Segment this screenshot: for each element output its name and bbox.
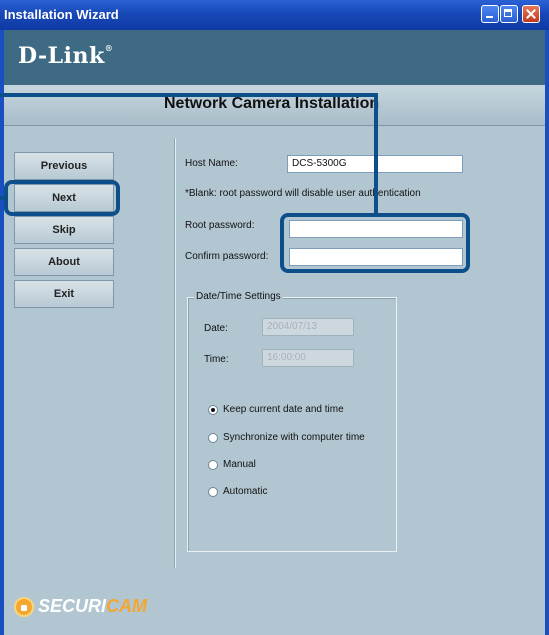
brand-bar: D-Link® xyxy=(4,30,545,85)
skip-button[interactable]: Skip xyxy=(14,216,114,244)
password-callout xyxy=(280,213,470,273)
sync-time-radio[interactable] xyxy=(208,433,218,443)
close-icon[interactable] xyxy=(522,5,540,23)
securicam-text: SECURICAM xyxy=(38,596,148,616)
blank-password-note: *Blank: root password will disable user … xyxy=(185,188,421,199)
date-input[interactable]: 2004/07/13 xyxy=(262,318,354,336)
wizard-window: D-Link® Network Camera Installation Prev… xyxy=(0,30,549,635)
maximize-icon[interactable] xyxy=(500,5,518,23)
next-button-callout xyxy=(4,180,120,216)
minimize-icon[interactable] xyxy=(481,5,499,23)
keep-time-label: Keep current date and time xyxy=(223,404,344,415)
window-title: Installation Wizard xyxy=(4,7,119,22)
exit-button[interactable]: Exit xyxy=(14,280,114,308)
callout-line-left xyxy=(0,196,6,200)
title-bar: Installation Wizard xyxy=(0,0,549,30)
automatic-radio[interactable] xyxy=(208,487,218,497)
date-label: Date: xyxy=(204,323,228,334)
sync-time-label: Synchronize with computer time xyxy=(223,432,365,443)
callout-line-vertical xyxy=(374,93,378,215)
page-title: Network Camera Installation xyxy=(164,95,380,112)
root-password-label: Root password: xyxy=(185,220,255,231)
automatic-label: Automatic xyxy=(223,486,268,497)
vertical-divider xyxy=(174,138,176,568)
previous-button[interactable]: Previous xyxy=(14,152,114,180)
keep-time-radio[interactable] xyxy=(208,405,218,415)
datetime-legend: Date/Time Settings xyxy=(194,291,283,302)
time-input[interactable]: 16:00:00 xyxy=(262,349,354,367)
callout-line-top xyxy=(0,93,378,97)
host-name-label: Host Name: xyxy=(185,158,238,169)
time-label: Time: xyxy=(204,354,229,365)
manual-label: Manual xyxy=(223,459,256,470)
dlink-logo: D-Link® xyxy=(18,43,114,69)
about-button[interactable]: About xyxy=(14,248,114,276)
confirm-password-label: Confirm password: xyxy=(185,251,269,262)
manual-radio[interactable] xyxy=(208,460,218,470)
lock-icon xyxy=(14,596,34,617)
subtitle-bar: Network Camera Installation xyxy=(4,85,545,126)
securicam-logo: SECURICAM xyxy=(14,596,147,617)
datetime-group: Date/Time Settings Date: 2004/07/13 Time… xyxy=(187,291,397,552)
